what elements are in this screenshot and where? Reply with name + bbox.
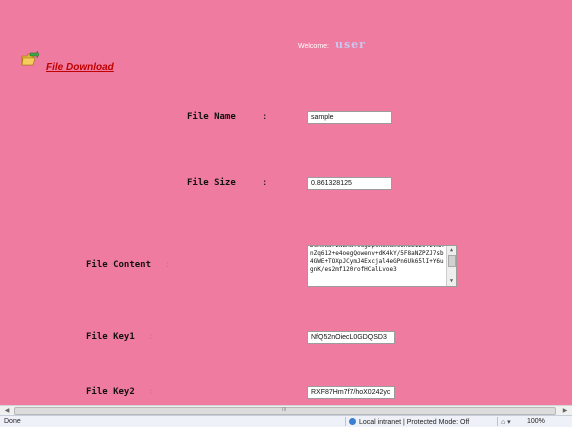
file-name-label: File Name (187, 112, 236, 122)
security-zone[interactable]: Local intranet | Protected Mode: Off (349, 418, 469, 426)
scroll-thumb[interactable] (448, 255, 456, 267)
scroll-left-arrow-icon[interactable]: ◀ (2, 406, 12, 415)
file-name-colon: : (262, 112, 268, 122)
scroll-grip-icon: III (282, 407, 287, 413)
horizontal-scrollbar[interactable]: ◀ III ▶ (0, 405, 572, 415)
username: user (334, 38, 366, 51)
security-zone-text: Local intranet | Protected Mode: Off (359, 419, 470, 426)
file-key1-label: File Key1 (86, 332, 135, 342)
status-text: Done (4, 418, 21, 425)
file-content-text: DCX0WarzWLHwf0GgJpckUxaxcOHUE12ofzVNHnZq… (310, 245, 444, 273)
folder-arrow-icon (21, 50, 40, 68)
protected-mode-icon[interactable]: ⌂ ▾ (501, 418, 511, 426)
file-size-label: File Size (187, 178, 236, 188)
status-divider (497, 417, 498, 426)
status-bar: Done Local intranet | Protected Mode: Of… (0, 415, 572, 427)
welcome-area: Welcome: user (298, 38, 366, 51)
file-key2-colon: : (148, 387, 154, 397)
file-size-field[interactable]: 0.861328125 (307, 177, 392, 190)
file-content-label: File Content (86, 260, 152, 270)
welcome-label: Welcome: (298, 43, 329, 50)
page-content: Welcome: user File Download File Name : … (0, 0, 572, 405)
file-key1-field[interactable]: NfQ52nOiecL0GDQSD3 (307, 331, 395, 344)
file-key2-label: File Key2 (86, 387, 135, 397)
file-name-field[interactable]: sample (307, 111, 392, 124)
scroll-up-arrow-icon[interactable]: ▲ (448, 247, 455, 254)
file-size-colon: : (262, 178, 268, 188)
zoom-level[interactable]: 100% (527, 418, 545, 425)
status-divider (345, 417, 346, 426)
scroll-down-arrow-icon[interactable]: ▼ (448, 278, 455, 285)
scroll-right-arrow-icon[interactable]: ▶ (560, 406, 570, 415)
textarea-scrollbar[interactable]: ▲ ▼ (446, 246, 456, 286)
file-content-textarea[interactable]: DCX0WarzWLHwf0GgJpckUxaxcOHUE12ofzVNHnZq… (307, 245, 457, 287)
page-title: File Download (46, 62, 114, 73)
file-key1-colon: : (148, 332, 154, 342)
file-key2-field[interactable]: RXF87Hm7f7/hoX0242yc (307, 386, 395, 399)
globe-icon (349, 418, 356, 425)
file-content-colon: : (165, 260, 171, 270)
